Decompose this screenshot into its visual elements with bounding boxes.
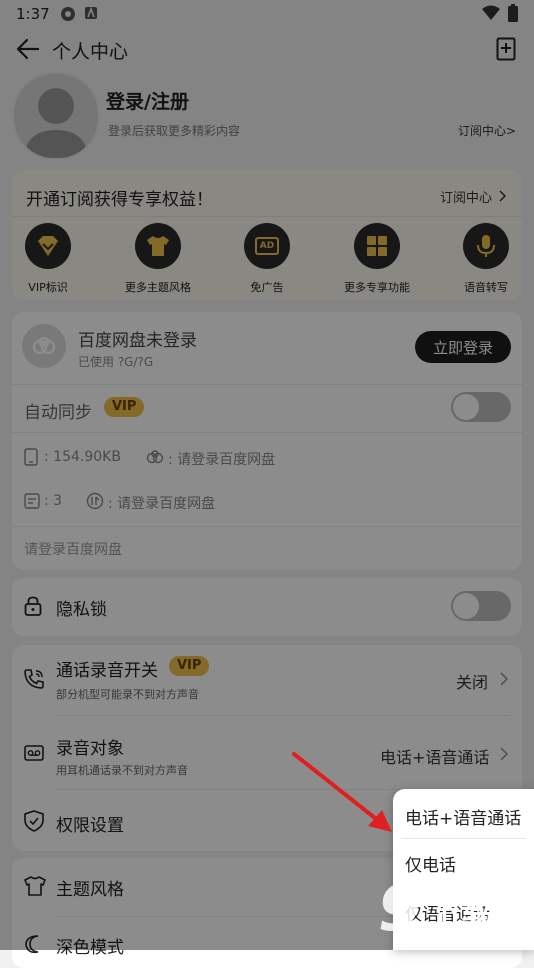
menu-divider <box>401 838 526 839</box>
red-pointer-arrow <box>292 752 392 832</box>
watermark-logo-icon: 9 <box>378 872 422 945</box>
menu-option-phone-and-voip[interactable]: 电话+语音通话 <box>405 804 521 829</box>
site-watermark: 9 下载站 91xz.net <box>378 860 534 950</box>
watermark-url: 91xz.net <box>434 924 527 946</box>
